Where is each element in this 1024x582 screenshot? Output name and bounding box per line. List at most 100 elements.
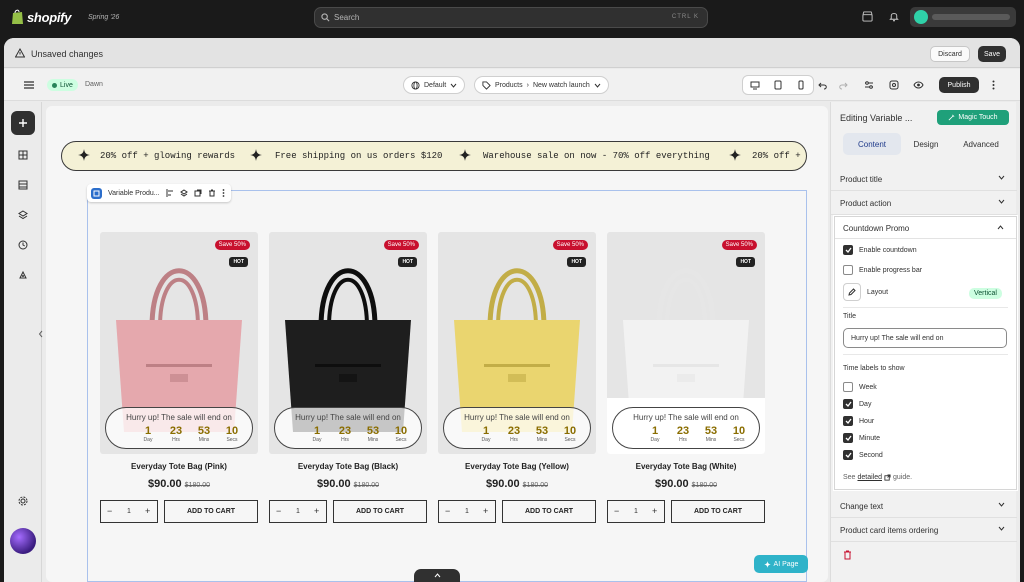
enable-progress-row[interactable]: Enable progress bar bbox=[843, 264, 922, 276]
tag-icon bbox=[482, 80, 491, 90]
sparkle-icon bbox=[763, 560, 771, 568]
discard-button[interactable]: Discard bbox=[930, 46, 970, 62]
layers-icon[interactable] bbox=[179, 189, 188, 197]
guide-link[interactable]: detailed bbox=[857, 474, 882, 481]
add-to-cart-button[interactable]: ADD TO CART bbox=[502, 500, 596, 523]
minus-icon[interactable]: − bbox=[107, 506, 112, 516]
accordion-product-action[interactable]: Product action bbox=[831, 191, 1017, 215]
product-name[interactable]: Everyday Tote Bag (Black) bbox=[269, 462, 427, 471]
layers-icon[interactable] bbox=[14, 206, 32, 224]
duplicate-icon[interactable] bbox=[194, 189, 202, 197]
apps-icon[interactable] bbox=[14, 266, 32, 284]
time-label-row[interactable]: Week bbox=[843, 381, 877, 393]
menu-icon[interactable] bbox=[20, 76, 38, 94]
minus-icon[interactable]: − bbox=[445, 506, 450, 516]
more-options-icon[interactable] bbox=[984, 76, 1002, 94]
collapse-rail-handle[interactable] bbox=[38, 330, 46, 344]
product-name[interactable]: Everyday Tote Bag (Yellow) bbox=[438, 462, 596, 471]
minus-icon[interactable]: − bbox=[276, 506, 281, 516]
sliders-icon[interactable] bbox=[860, 76, 878, 94]
template-selector[interactable]: Default bbox=[403, 76, 466, 94]
add-to-cart-button[interactable]: ADD TO CART bbox=[164, 500, 258, 523]
countdown-value: 53 bbox=[535, 425, 549, 437]
plus-icon[interactable]: + bbox=[314, 506, 319, 516]
align-icon[interactable] bbox=[166, 189, 174, 197]
time-label-checkbox[interactable] bbox=[843, 399, 853, 409]
time-label-row[interactable]: Day bbox=[843, 398, 871, 410]
product-price: $90.00 $180.00 bbox=[607, 478, 765, 490]
product-image[interactable]: Save 50% HOT Hurry up! The sale will end… bbox=[438, 232, 596, 454]
product-image[interactable]: Save 50% HOT Hurry up! The sale will end… bbox=[100, 232, 258, 454]
mobile-icon[interactable] bbox=[792, 76, 810, 94]
time-label-row[interactable]: Second bbox=[843, 449, 883, 461]
accordion-change-text[interactable]: Change text bbox=[831, 494, 1017, 518]
desktop-icon[interactable] bbox=[746, 76, 764, 94]
enable-countdown-row[interactable]: Enable countdown bbox=[843, 244, 917, 256]
product-image[interactable]: Save 50% HOT Hurry up! The sale will end… bbox=[269, 232, 427, 454]
add-to-cart-button[interactable]: ADD TO CART bbox=[671, 500, 765, 523]
add-to-cart-button[interactable]: ADD TO CART bbox=[333, 500, 427, 523]
quantity-value[interactable]: 1 bbox=[465, 508, 469, 515]
title-input[interactable]: Hurry up! The sale will end on bbox=[843, 328, 1007, 348]
countdown-unit-label: Secs bbox=[395, 437, 407, 443]
tab-content[interactable]: Content bbox=[843, 133, 901, 155]
settings-gear-icon[interactable] bbox=[14, 492, 32, 510]
page-selector[interactable]: Products › New watch launch bbox=[474, 76, 609, 94]
time-label-row[interactable]: Minute bbox=[843, 432, 880, 444]
plus-icon[interactable]: + bbox=[483, 506, 488, 516]
accordion-ordering[interactable]: Product card items ordering bbox=[831, 518, 1017, 542]
accordion-product-title[interactable]: Product title bbox=[831, 167, 1017, 191]
enable-countdown-checkbox[interactable] bbox=[843, 245, 853, 255]
time-label-row[interactable]: Hour bbox=[843, 415, 874, 427]
search-bar[interactable]: Search CTRL K bbox=[314, 7, 708, 28]
tab-design[interactable]: Design bbox=[901, 133, 951, 155]
time-label-checkbox[interactable] bbox=[843, 416, 853, 426]
undo-icon[interactable] bbox=[814, 76, 832, 94]
history-clock-icon[interactable] bbox=[14, 236, 32, 254]
countdown-unit-label: Day bbox=[143, 437, 153, 443]
enable-progress-checkbox[interactable] bbox=[843, 265, 853, 275]
product-action-label: Product action bbox=[840, 199, 892, 208]
account-menu[interactable] bbox=[910, 7, 1016, 27]
sections-icon[interactable] bbox=[14, 146, 32, 164]
quantity-value[interactable]: 1 bbox=[634, 508, 638, 515]
product-name[interactable]: Everyday Tote Bag (White) bbox=[607, 462, 765, 471]
brand-wordmark[interactable]: shopify bbox=[27, 10, 71, 25]
time-label-checkbox[interactable] bbox=[843, 433, 853, 443]
more-options-icon[interactable] bbox=[222, 189, 225, 197]
product-name[interactable]: Everyday Tote Bag (Pink) bbox=[100, 462, 258, 471]
plus-icon[interactable]: + bbox=[652, 506, 657, 516]
unsaved-bar: Unsaved changes Discard Save bbox=[4, 38, 1020, 68]
canvas-expand-handle[interactable] bbox=[414, 569, 460, 582]
quantity-value[interactable]: 1 bbox=[127, 508, 131, 515]
shopify-bag-icon[interactable] bbox=[11, 9, 24, 25]
quantity-value[interactable]: 1 bbox=[296, 508, 300, 515]
redo-icon[interactable] bbox=[834, 76, 852, 94]
plus-icon[interactable]: + bbox=[145, 506, 150, 516]
preview-eye-icon[interactable] bbox=[909, 76, 927, 94]
sale-price: $90.00 bbox=[655, 478, 689, 490]
layout-edit-button[interactable] bbox=[843, 283, 861, 301]
bell-icon[interactable] bbox=[889, 11, 899, 22]
countdown-unit: 10 Secs bbox=[220, 425, 244, 443]
time-label-checkbox[interactable] bbox=[843, 450, 853, 460]
ai-page-button[interactable]: AI Page bbox=[754, 555, 808, 573]
inspect-icon[interactable] bbox=[885, 76, 903, 94]
delete-trash-icon[interactable] bbox=[843, 550, 852, 560]
countdown-promo-header[interactable]: Countdown Promo bbox=[835, 217, 1016, 239]
product-image[interactable]: Save 50% HOT Hurry up! The sale will end… bbox=[607, 232, 765, 454]
trash-icon[interactable] bbox=[208, 189, 216, 197]
time-label-checkbox[interactable] bbox=[843, 382, 853, 392]
tablet-icon[interactable] bbox=[769, 76, 787, 94]
magic-touch-button[interactable]: Magic Touch bbox=[937, 110, 1009, 125]
countdown-unit-label: Hrs bbox=[510, 437, 518, 443]
assistant-orb-icon[interactable] bbox=[10, 528, 36, 554]
publish-button[interactable]: Publish bbox=[939, 77, 979, 93]
layout-list-icon[interactable] bbox=[14, 176, 32, 194]
tab-advanced[interactable]: Advanced bbox=[953, 133, 1009, 155]
minus-icon[interactable]: − bbox=[614, 506, 619, 516]
hot-badge: HOT bbox=[567, 257, 586, 267]
store-icon[interactable] bbox=[862, 11, 873, 22]
add-section-icon[interactable] bbox=[11, 111, 35, 135]
save-button[interactable]: Save bbox=[978, 46, 1006, 62]
